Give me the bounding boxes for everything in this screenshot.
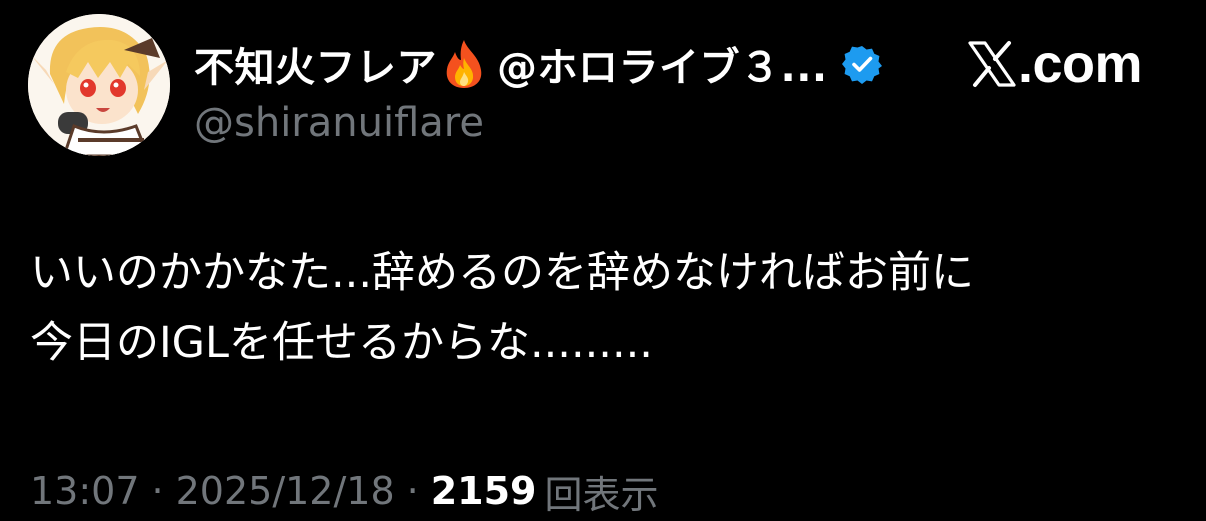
author-name-row: 不知火フレア @ホロライブ３... — [194, 34, 882, 94]
fire-icon — [441, 38, 487, 90]
views-count[interactable]: 2159 — [431, 469, 537, 513]
author-handle[interactable]: @shiranuiflare — [194, 100, 484, 146]
author-display-name[interactable]: 不知火フレア — [194, 35, 437, 93]
tweet-text-line: 今日のIGLを任せるからな......... — [30, 318, 653, 368]
tweet-text-line: いいのかかなた...辞めるのを辞めなければお前に — [30, 248, 975, 298]
avatar-image — [28, 14, 170, 156]
verified-badge-icon — [841, 44, 882, 84]
tweet-date[interactable]: 2025/12/18 — [176, 469, 395, 513]
avatar[interactable] — [28, 14, 170, 156]
author-name-suffix[interactable]: @ホロライブ３... — [497, 35, 828, 93]
views-label: 回表示 — [544, 472, 659, 517]
meta-separator: · — [151, 469, 164, 513]
meta-separator: · — [406, 469, 419, 513]
brand-watermark: .com — [968, 34, 1143, 94]
brand-domain-text: .com — [1018, 34, 1143, 94]
tweet-meta: 13:07 · 2025/12/18 · 2159 回表示 — [30, 466, 659, 517]
tweet-header: 不知火フレア @ホロライブ３... @shiranuiflare .com — [28, 14, 1178, 164]
tweet-time[interactable]: 13:07 — [30, 469, 140, 513]
tweet-body: いいのかかなた...辞めるのを辞めなければお前に 今日のIGLを任せるからな..… — [30, 238, 1180, 378]
x-logo-icon — [968, 40, 1016, 88]
